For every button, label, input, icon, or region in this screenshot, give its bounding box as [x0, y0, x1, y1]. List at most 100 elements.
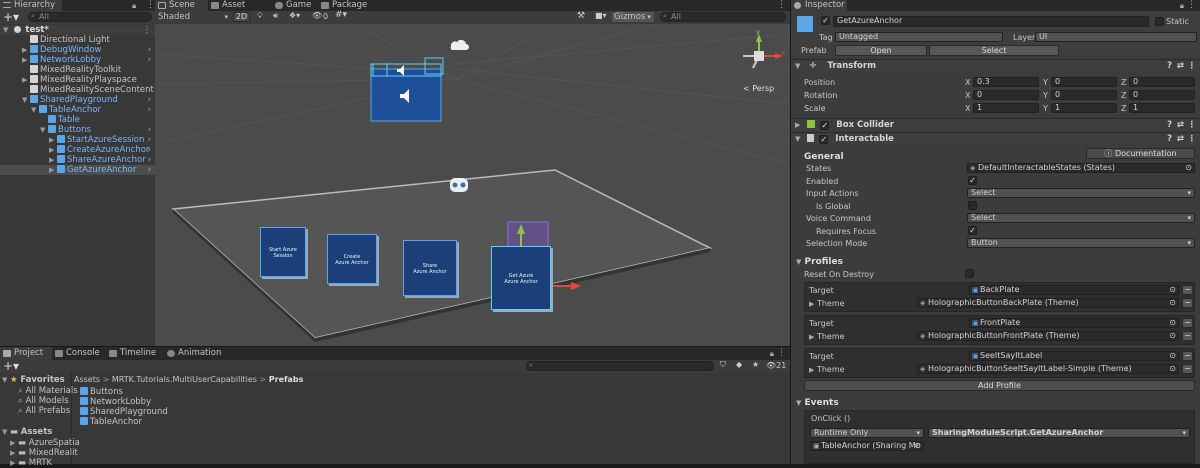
- hierarchy-item[interactable]: ▶ DebugWindow ›: [0, 45, 155, 55]
- expand-arrow-icon[interactable]: ▶: [10, 448, 18, 458]
- remove-profile-button[interactable]: −: [1182, 318, 1193, 328]
- box-collider-enabled-checkbox[interactable]: ✓: [820, 121, 830, 130]
- favorites-item[interactable]: ⌕ All Models: [0, 396, 71, 406]
- lock-icon[interactable]: 🔒︎: [770, 349, 774, 359]
- transform-z-input[interactable]: 0: [1129, 77, 1195, 87]
- hierarchy-item[interactable]: ▶ MixedRealityPlayspace: [0, 75, 155, 85]
- hierarchy-item[interactable]: ▼ Buttons ›: [0, 125, 155, 135]
- transform-header[interactable]: ▼ ✛ Transform ? ⇄ ⋮: [791, 59, 1200, 71]
- filter-icon[interactable]: ⛉: [720, 360, 726, 370]
- hierarchy-item[interactable]: Directional Light: [0, 35, 155, 45]
- hierarchy-search-input[interactable]: ⌕ All: [28, 12, 152, 22]
- expand-arrow-icon[interactable]: ▶: [795, 121, 800, 129]
- tab-inspector[interactable]: Inspector: [791, 0, 847, 11]
- add-icon[interactable]: +▾: [3, 10, 19, 24]
- component-more-icon[interactable]: ⋮: [1188, 119, 1197, 131]
- add-icon[interactable]: +▾: [3, 359, 19, 373]
- voice-command-dropdown[interactable]: Select ▾: [967, 213, 1195, 223]
- expand-arrow-icon[interactable]: ▶: [49, 155, 57, 165]
- scene-more-icon[interactable]: ⋮: [143, 25, 152, 35]
- assets-row[interactable]: ▼ ▬ Assets: [0, 427, 71, 437]
- requires-focus-checkbox[interactable]: ✓: [968, 226, 977, 235]
- hierarchy-item[interactable]: ▼ TableAnchor ›: [0, 105, 155, 115]
- target-object-field[interactable]: ▣ SeeItSayItLabel ⊙: [969, 351, 1179, 361]
- chevron-right-icon[interactable]: ›: [148, 125, 151, 135]
- expand-arrow-icon[interactable]: ▶: [22, 75, 30, 85]
- audio-icon[interactable]: 🔊︎: [273, 11, 278, 21]
- remove-theme-button[interactable]: −: [1182, 331, 1193, 341]
- chevron-right-icon[interactable]: ›: [148, 105, 151, 115]
- expand-arrow-icon[interactable]: ▼: [2, 427, 10, 437]
- static-checkbox[interactable]: [1155, 17, 1164, 26]
- hierarchy-item[interactable]: ▶ CreateAzureAnchor ›: [0, 145, 155, 155]
- active-checkbox[interactable]: ✓: [821, 16, 830, 25]
- camera-icon[interactable]: ■▾: [595, 11, 607, 20]
- hierarchy-item[interactable]: MixedRealityToolkit: [0, 65, 155, 75]
- breadcrumb-folder[interactable]: MRTK.Tutorials.MultiUserCapabilities: [112, 375, 257, 384]
- preset-icon[interactable]: ⇄: [1177, 119, 1184, 131]
- preset-icon[interactable]: ⇄: [1177, 60, 1184, 72]
- expand-arrow-icon[interactable]: ▶: [49, 145, 57, 155]
- reset-on-destroy-checkbox[interactable]: [965, 269, 974, 278]
- breadcrumb-prefabs[interactable]: Prefabs: [269, 375, 304, 384]
- label-icon[interactable]: ◆: [736, 360, 742, 369]
- component-more-icon[interactable]: ⋮: [1188, 60, 1197, 72]
- object-picker-icon[interactable]: ⊙: [914, 442, 921, 450]
- chevron-right-icon[interactable]: ›: [148, 135, 151, 145]
- object-picker-icon[interactable]: ⊙: [1169, 332, 1176, 340]
- effects-icon[interactable]: ❖▾: [289, 11, 300, 20]
- transform-z-input[interactable]: 0: [1129, 90, 1195, 100]
- prefab-open-button[interactable]: Open: [835, 45, 927, 56]
- runtime-dropdown[interactable]: Runtime Only ▾: [810, 428, 924, 438]
- remove-theme-button[interactable]: −: [1182, 298, 1193, 308]
- interactable-enabled-checkbox[interactable]: ✓: [819, 135, 829, 144]
- theme-object-field[interactable]: ◈ HolographicButtonFrontPlate (Theme) ⊙: [917, 331, 1179, 341]
- scene-more-icon[interactable]: ⋮: [777, 0, 786, 10]
- tab-asset-store[interactable]: Asset Store: [208, 0, 272, 21]
- theme-object-field[interactable]: ◈ HolographicButtonBackPlate (Theme) ⊙: [917, 298, 1179, 308]
- asset-folder-item[interactable]: ▶ ▬ MRTK: [0, 458, 71, 468]
- asset-folder-item[interactable]: ▶ ▬ AzureSpatia: [0, 438, 80, 448]
- is-global-checkbox[interactable]: [968, 201, 977, 210]
- scene-viewport[interactable]: Start Azure Session Create Azure Anchor Shar…: [155, 24, 790, 346]
- favorites-row[interactable]: ▼ ★ Favorites: [0, 375, 71, 385]
- prefab-select-button[interactable]: Select: [929, 45, 1059, 56]
- chevron-right-icon[interactable]: ›: [148, 45, 151, 55]
- states-object-field[interactable]: ◈ DefaultInteractableStates (States) ⊙: [967, 163, 1195, 173]
- object-picker-icon[interactable]: ⊙: [1169, 319, 1176, 327]
- preset-icon[interactable]: ⇄: [1177, 133, 1184, 145]
- tab-timeline[interactable]: Timeline: [106, 347, 162, 360]
- target-object-field[interactable]: ▣ BackPlate ⊙: [969, 285, 1179, 295]
- expand-arrow-icon[interactable]: ▼: [795, 135, 800, 143]
- expand-arrow-icon[interactable]: ▶: [49, 135, 57, 145]
- object-picker-icon[interactable]: ⊙: [1169, 365, 1176, 373]
- expand-arrow-icon[interactable]: ▶: [10, 438, 18, 448]
- transform-y-input[interactable]: 0: [1051, 77, 1117, 87]
- function-dropdown[interactable]: SharingModuleScript.GetAzureAnchor ▾: [928, 428, 1190, 438]
- tab-game[interactable]: Game: [272, 0, 318, 11]
- transform-y-input[interactable]: 1: [1051, 103, 1117, 113]
- target-object-field[interactable]: ▣ FrontPlate ⊙: [969, 318, 1179, 328]
- prefab-file-item[interactable]: Buttons: [80, 387, 280, 397]
- expand-arrow-icon[interactable]: ▼: [31, 105, 39, 115]
- star-icon[interactable]: ★: [752, 360, 759, 369]
- selection-mode-dropdown[interactable]: Button ▾: [967, 238, 1195, 248]
- persp-label[interactable]: < Persp: [743, 84, 774, 93]
- tab-package-manager[interactable]: Package Manager: [318, 0, 410, 21]
- interactable-header[interactable]: ▼ ✓ Interactable ? ⇄ ⋮: [791, 132, 1200, 144]
- object-picker-icon[interactable]: ⊙: [1169, 352, 1176, 360]
- remove-profile-button[interactable]: −: [1182, 285, 1193, 295]
- box-collider-header[interactable]: ▶ ✓ Box Collider ? ⇄ ⋮: [791, 118, 1200, 130]
- expand-arrow-icon[interactable]: ▶: [809, 300, 814, 308]
- object-picker-icon[interactable]: ⊙: [1185, 164, 1192, 172]
- favorites-item[interactable]: ⌕ All Materials: [0, 386, 78, 396]
- events-heading[interactable]: ▼ Events: [796, 398, 839, 408]
- project-search-input[interactable]: ⌕: [526, 361, 714, 371]
- expand-arrow-icon[interactable]: ▼: [795, 62, 800, 70]
- hierarchy-item[interactable]: ▶ ShareAzureAnchor ›: [0, 155, 155, 165]
- help-icon[interactable]: ?: [1167, 133, 1172, 145]
- hidden-count-icon[interactable]: 👁︎21: [766, 361, 786, 370]
- expand-arrow-icon[interactable]: ▶: [22, 55, 30, 65]
- expand-arrow-icon[interactable]: ▶: [809, 366, 814, 374]
- expand-arrow-icon[interactable]: ▼: [40, 125, 48, 135]
